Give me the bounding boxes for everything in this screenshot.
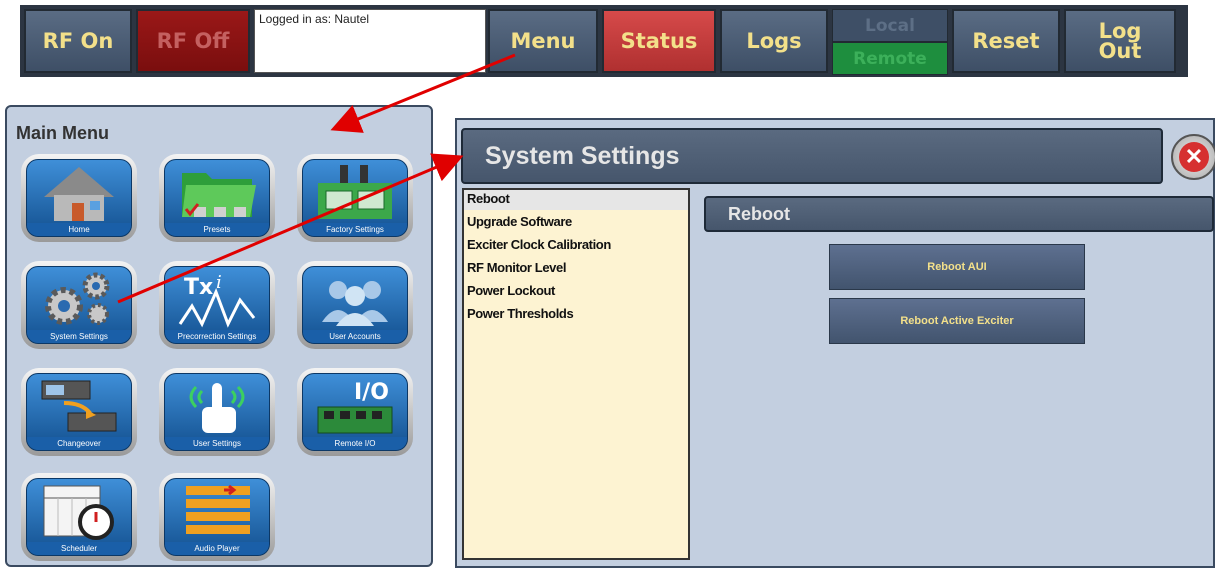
tile-label-changeover: Changeover xyxy=(27,437,131,450)
list-item-power-lockout[interactable]: Power Lockout xyxy=(464,279,688,302)
remote-button[interactable]: Remote xyxy=(832,42,948,75)
svg-text:Tx: Tx xyxy=(184,275,213,300)
section-title: Reboot xyxy=(704,196,1214,232)
calendar-clock-icon xyxy=(27,481,131,541)
touch-hand-icon xyxy=(165,376,269,436)
home-tile[interactable]: Home xyxy=(21,154,137,242)
rf-off-button[interactable]: RF Off xyxy=(136,9,250,73)
reset-button[interactable]: Reset xyxy=(952,9,1060,73)
logs-button[interactable]: Logs xyxy=(720,9,828,73)
list-item-reboot[interactable]: Reboot xyxy=(464,190,688,210)
logout-button[interactable]: Log Out xyxy=(1064,9,1176,73)
audio-player-tile[interactable]: Audio Player xyxy=(159,473,275,561)
logout-label-line2: Out xyxy=(1098,39,1142,63)
tile-label-user-accounts: User Accounts xyxy=(303,330,407,343)
users-icon xyxy=(303,269,407,329)
io-board-icon: I/O xyxy=(303,376,407,436)
close-button[interactable]: ✕ xyxy=(1171,134,1215,180)
logout-label-line1: Log xyxy=(1098,19,1142,43)
list-item-upgrade-software[interactable]: Upgrade Software xyxy=(464,210,688,233)
presets-tile[interactable]: Presets xyxy=(159,154,275,242)
user-accounts-tile[interactable]: User Accounts xyxy=(297,261,413,349)
tile-label-scheduler: Scheduler xyxy=(27,542,131,555)
status-button[interactable]: Status xyxy=(602,9,716,73)
system-settings-panel: System Settings ✕ Reboot Upgrade Softwar… xyxy=(455,118,1215,568)
home-icon xyxy=(27,162,131,222)
reboot-active-exciter-button[interactable]: Reboot Active Exciter xyxy=(829,298,1085,344)
scheduler-tile[interactable]: Scheduler xyxy=(21,473,137,561)
list-item-rf-monitor-level[interactable]: RF Monitor Level xyxy=(464,256,688,279)
system-settings-title: System Settings xyxy=(461,128,1163,184)
tile-label-home: Home xyxy=(27,223,131,236)
tile-label-audio-player: Audio Player xyxy=(165,542,269,555)
reboot-aui-button[interactable]: Reboot AUI xyxy=(829,244,1085,290)
list-item-exciter-clock-calibration[interactable]: Exciter Clock Calibration xyxy=(464,233,688,256)
menu-button[interactable]: Menu xyxy=(488,9,598,73)
login-status: Logged in as: Nautel xyxy=(254,9,486,73)
txi-waveform-icon: Tx i xyxy=(165,269,269,329)
precorrection-settings-tile[interactable]: Tx i Precorrection Settings xyxy=(159,261,275,349)
tile-label-precorrection-settings: Precorrection Settings xyxy=(165,330,269,343)
svg-text:I/O: I/O xyxy=(354,380,389,405)
changeover-icon xyxy=(27,376,131,436)
factory-settings-tile[interactable]: Factory Settings xyxy=(297,154,413,242)
system-settings-tile[interactable]: System Settings xyxy=(21,261,137,349)
changeover-tile[interactable]: Changeover xyxy=(21,368,137,456)
playlist-icon xyxy=(165,481,269,541)
main-menu-panel: Main Menu Home Presets Factory Settings … xyxy=(5,105,433,567)
top-toolbar: RF On RF Off Logged in as: Nautel Menu S… xyxy=(20,5,1188,77)
remote-io-tile[interactable]: I/O Remote I/O xyxy=(297,368,413,456)
tile-label-system-settings: System Settings xyxy=(27,330,131,343)
tile-label-presets: Presets xyxy=(165,223,269,236)
main-menu-title: Main Menu xyxy=(16,123,109,143)
factory-icon xyxy=(303,162,407,222)
folder-icon xyxy=(165,162,269,222)
rf-on-button[interactable]: RF On xyxy=(24,9,132,73)
local-button[interactable]: Local xyxy=(832,9,948,42)
tile-label-remote-io: Remote I/O xyxy=(303,437,407,450)
user-settings-tile[interactable]: User Settings xyxy=(159,368,275,456)
gears-icon xyxy=(27,269,131,329)
local-remote-toggle[interactable]: Local Remote xyxy=(832,9,948,75)
close-icon: ✕ xyxy=(1179,142,1209,172)
settings-list: Reboot Upgrade Software Exciter Clock Ca… xyxy=(462,188,690,560)
tile-label-factory-settings: Factory Settings xyxy=(303,223,407,236)
svg-text:i: i xyxy=(216,272,222,293)
tile-label-user-settings: User Settings xyxy=(165,437,269,450)
list-item-power-thresholds[interactable]: Power Thresholds xyxy=(464,302,688,325)
